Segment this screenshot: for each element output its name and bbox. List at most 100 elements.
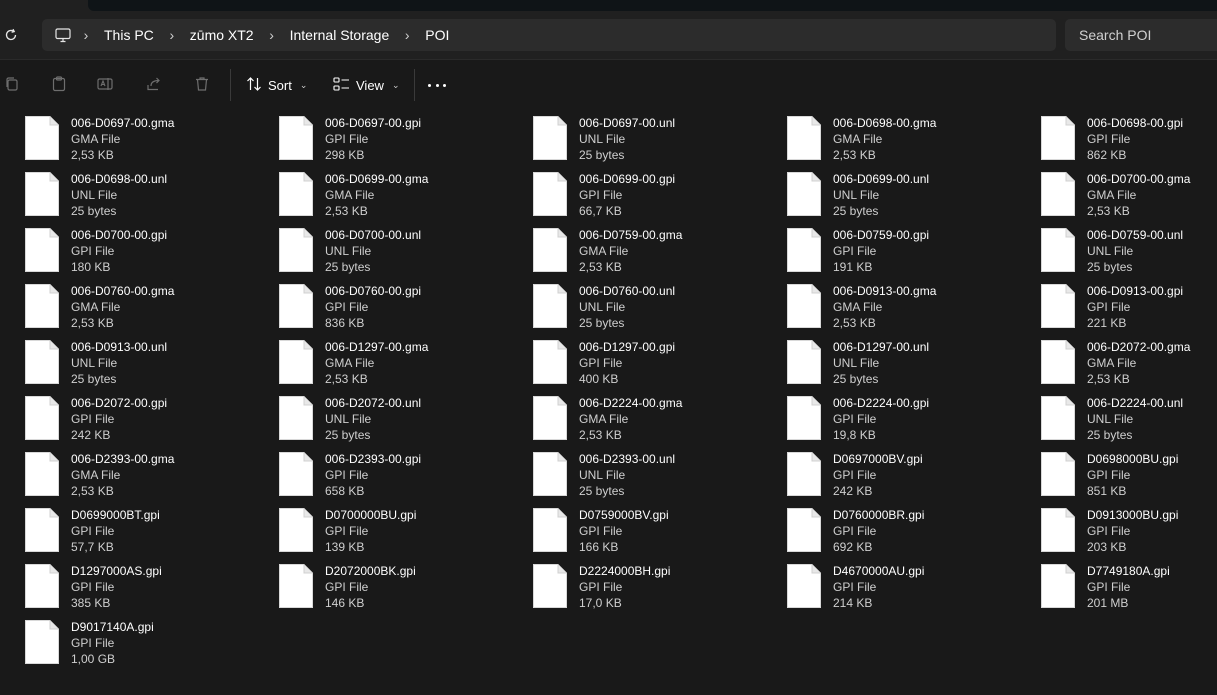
more-options-icon[interactable]	[428, 84, 446, 88]
file-item[interactable]: 006-D1297-00.gma GMA File 2,53 KB	[254, 333, 494, 387]
file-item[interactable]: 006-D0698-00.gpi GPI File 862 KB	[1016, 109, 1217, 163]
file-meta: D1297000AS.gpi GPI File 385 KB	[71, 563, 162, 611]
copy-icon[interactable]	[2, 74, 22, 94]
file-size: 400 KB	[579, 372, 619, 386]
rename-icon[interactable]	[96, 74, 116, 94]
file-item[interactable]: D0699000BT.gpi GPI File 57,7 KB	[0, 501, 240, 555]
file-item[interactable]: 006-D0699-00.gpi GPI File 66,7 KB	[508, 165, 748, 219]
share-icon[interactable]	[144, 74, 164, 94]
file-icon	[1041, 396, 1075, 440]
file-item[interactable]: 006-D0759-00.gpi GPI File 191 KB	[762, 221, 1002, 275]
file-size: 139 KB	[325, 540, 365, 554]
file-item[interactable]: 006-D2072-00.gpi GPI File 242 KB	[0, 389, 240, 443]
file-item[interactable]: D0759000BV.gpi GPI File 166 KB	[508, 501, 748, 555]
file-item[interactable]: 006-D0913-00.gpi GPI File 221 KB	[1016, 277, 1217, 331]
file-icon	[533, 508, 567, 552]
paste-icon[interactable]	[49, 74, 69, 94]
file-item[interactable]: D0760000BR.gpi GPI File 692 KB	[762, 501, 1002, 555]
file-name: 006-D2224-00.gpi	[833, 396, 930, 410]
refresh-icon[interactable]	[2, 26, 20, 44]
file-item[interactable]: 006-D2072-00.unl UNL File 25 bytes	[254, 389, 494, 443]
file-type: GPI File	[1087, 524, 1131, 538]
file-meta: 006-D2224-00.gpi GPI File 19,8 KB	[833, 395, 929, 443]
file-item[interactable]: 006-D0699-00.gma GMA File 2,53 KB	[254, 165, 494, 219]
file-item[interactable]: D4670000AU.gpi GPI File 214 KB	[762, 557, 1002, 611]
file-item[interactable]: 006-D0760-00.gma GMA File 2,53 KB	[0, 277, 240, 331]
search-box[interactable]: Search POI	[1065, 19, 1217, 51]
file-item[interactable]: D2072000BK.gpi GPI File 146 KB	[254, 557, 494, 611]
file-size: 836 KB	[325, 316, 365, 330]
file-meta: D0700000BU.gpi GPI File 139 KB	[325, 507, 416, 555]
file-item[interactable]: D7749180A.gpi GPI File 201 MB	[1016, 557, 1217, 611]
file-size: 180 KB	[71, 260, 111, 274]
file-item[interactable]: 006-D0760-00.unl UNL File 25 bytes	[508, 277, 748, 331]
chevron-right-icon[interactable]: ›	[72, 27, 100, 43]
chevron-right-icon[interactable]: ›	[393, 27, 421, 43]
file-type: UNL File	[71, 356, 118, 370]
file-name: D9017140A.gpi	[71, 620, 154, 634]
file-type: UNL File	[579, 300, 626, 314]
file-icon	[25, 564, 59, 608]
file-type: GPI File	[1087, 300, 1131, 314]
file-item[interactable]: 006-D0760-00.gpi GPI File 836 KB	[254, 277, 494, 331]
file-name: D0759000BV.gpi	[579, 508, 669, 522]
file-name: 006-D2072-00.unl	[325, 396, 422, 410]
file-item[interactable]: D0697000BV.gpi GPI File 242 KB	[762, 445, 1002, 499]
file-size: 17,0 KB	[579, 596, 622, 610]
file-item[interactable]: 006-D0700-00.gpi GPI File 180 KB	[0, 221, 240, 275]
file-item[interactable]: 006-D0699-00.unl UNL File 25 bytes	[762, 165, 1002, 219]
breadcrumb-device[interactable]: zūmo XT2	[186, 27, 258, 43]
search-placeholder[interactable]: Search POI	[1079, 27, 1151, 43]
file-size: 25 bytes	[71, 204, 117, 218]
file-size: 25 bytes	[325, 428, 371, 442]
file-type: UNL File	[579, 132, 626, 146]
file-item[interactable]: D0913000BU.gpi GPI File 203 KB	[1016, 501, 1217, 555]
monitor-icon[interactable]	[54, 26, 72, 44]
file-item[interactable]: 006-D0913-00.gma GMA File 2,53 KB	[762, 277, 1002, 331]
file-size: 298 KB	[325, 148, 365, 162]
file-type: GPI File	[325, 524, 369, 538]
address-bar[interactable]: › This PC › zūmo XT2 › Internal Storage …	[42, 19, 1056, 51]
file-item[interactable]: 006-D2224-00.unl UNL File 25 bytes	[1016, 389, 1217, 443]
file-meta: 006-D2072-00.gpi GPI File 242 KB	[71, 395, 167, 443]
file-item[interactable]: 006-D0698-00.gma GMA File 2,53 KB	[762, 109, 1002, 163]
file-item[interactable]: 006-D2224-00.gma GMA File 2,53 KB	[508, 389, 748, 443]
file-type: GPI File	[833, 412, 877, 426]
file-name: 006-D2393-00.gma	[71, 452, 175, 466]
file-type: GPI File	[325, 300, 369, 314]
breadcrumb-this-pc[interactable]: This PC	[100, 27, 158, 43]
file-item[interactable]: 006-D2072-00.gma GMA File 2,53 KB	[1016, 333, 1217, 387]
file-item[interactable]: 006-D2393-00.gma GMA File 2,53 KB	[0, 445, 240, 499]
file-item[interactable]: 006-D0697-00.gpi GPI File 298 KB	[254, 109, 494, 163]
file-item[interactable]: 006-D0700-00.gma GMA File 2,53 KB	[1016, 165, 1217, 219]
breadcrumb-internal-storage[interactable]: Internal Storage	[286, 27, 394, 43]
chevron-right-icon[interactable]: ›	[158, 27, 186, 43]
file-item[interactable]: 006-D2224-00.gpi GPI File 19,8 KB	[762, 389, 1002, 443]
file-item[interactable]: 006-D0759-00.unl UNL File 25 bytes	[1016, 221, 1217, 275]
sort-button[interactable]: Sort ⌄	[246, 73, 307, 97]
file-name: 006-D0698-00.unl	[71, 172, 168, 186]
file-type: GPI File	[1087, 132, 1131, 146]
sort-label: Sort	[268, 77, 292, 93]
file-item[interactable]: 006-D0913-00.unl UNL File 25 bytes	[0, 333, 240, 387]
file-item[interactable]: D0700000BU.gpi GPI File 139 KB	[254, 501, 494, 555]
file-item[interactable]: D0698000BU.gpi GPI File 851 KB	[1016, 445, 1217, 499]
file-item[interactable]: 006-D0698-00.unl UNL File 25 bytes	[0, 165, 240, 219]
file-item[interactable]: 006-D2393-00.gpi GPI File 658 KB	[254, 445, 494, 499]
file-item[interactable]: D9017140A.gpi GPI File 1,00 GB	[0, 613, 240, 667]
file-item[interactable]: 006-D0697-00.gma GMA File 2,53 KB	[0, 109, 240, 163]
chevron-right-icon[interactable]: ›	[258, 27, 286, 43]
file-name: 006-D0759-00.unl	[1087, 228, 1184, 242]
breadcrumb-poi[interactable]: POI	[421, 27, 453, 43]
file-item[interactable]: 006-D1297-00.gpi GPI File 400 KB	[508, 333, 748, 387]
file-item[interactable]: 006-D0759-00.gma GMA File 2,53 KB	[508, 221, 748, 275]
file-item[interactable]: 006-D1297-00.unl UNL File 25 bytes	[762, 333, 1002, 387]
file-item[interactable]: 006-D0700-00.unl UNL File 25 bytes	[254, 221, 494, 275]
file-item[interactable]: D1297000AS.gpi GPI File 385 KB	[0, 557, 240, 611]
file-item[interactable]: D2224000BH.gpi GPI File 17,0 KB	[508, 557, 748, 611]
delete-icon[interactable]	[192, 74, 212, 94]
file-icon	[279, 396, 313, 440]
file-item[interactable]: 006-D0697-00.unl UNL File 25 bytes	[508, 109, 748, 163]
file-item[interactable]: 006-D2393-00.unl UNL File 25 bytes	[508, 445, 748, 499]
view-button[interactable]: View ⌄	[333, 73, 400, 97]
